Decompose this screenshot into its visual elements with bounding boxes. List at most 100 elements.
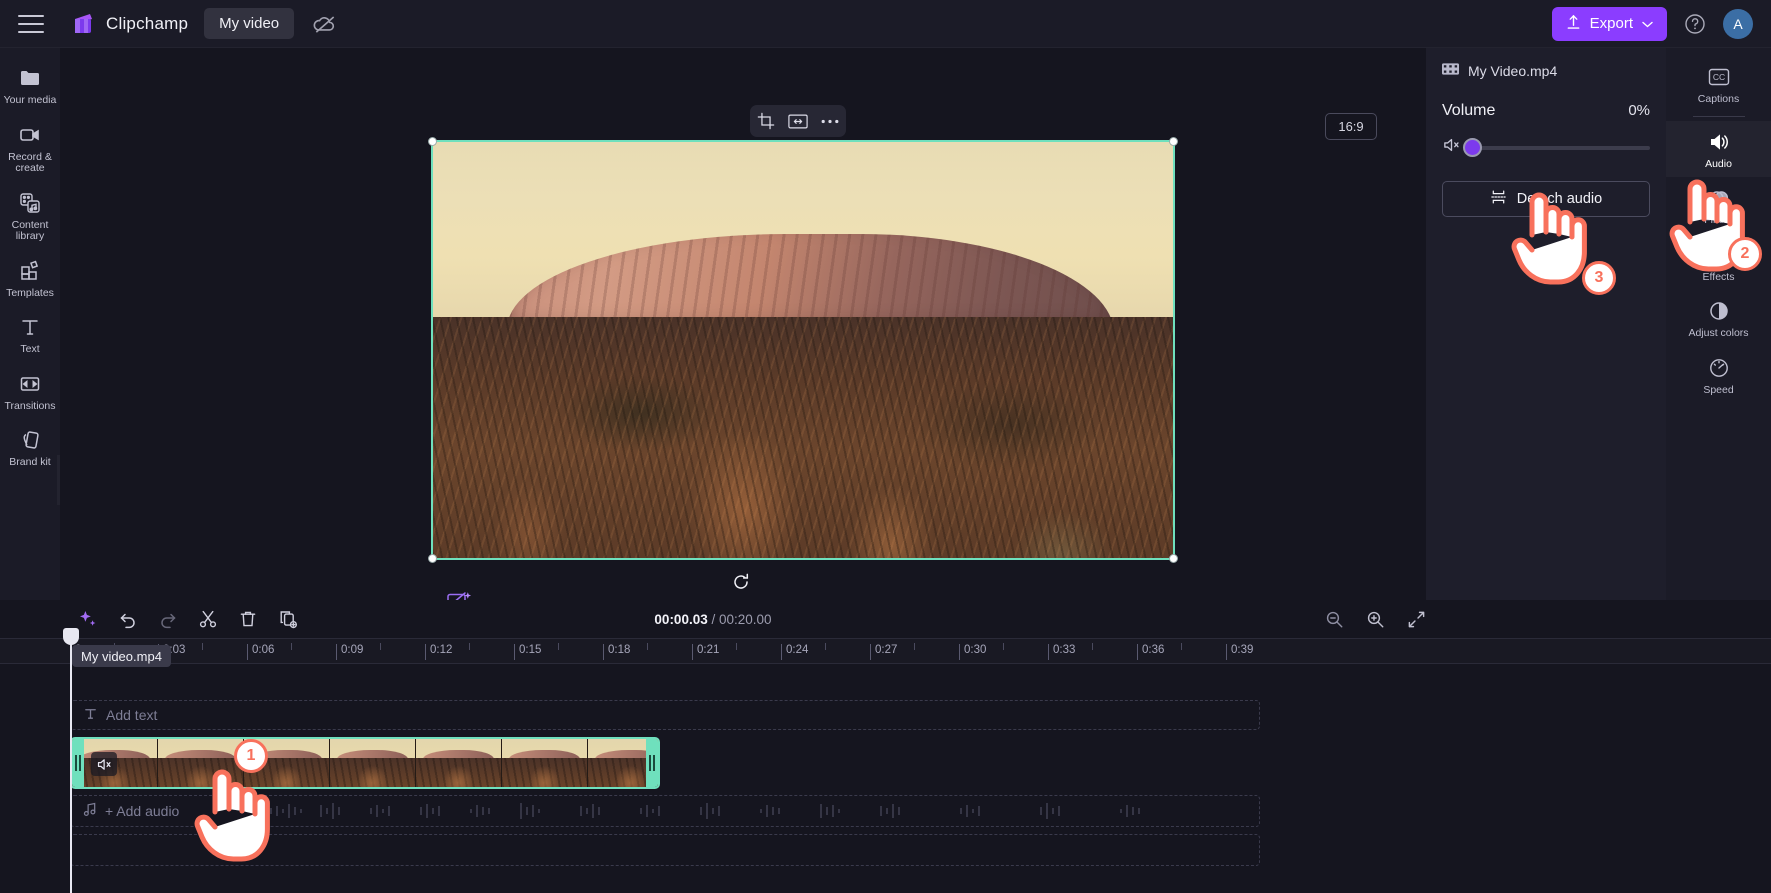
user-avatar[interactable]: A <box>1723 8 1753 39</box>
volume-slider[interactable] <box>1463 137 1650 157</box>
ruler-label: 0:39 <box>1231 644 1254 656</box>
clip-thumbnail <box>502 739 588 787</box>
video-preview[interactable] <box>431 140 1175 560</box>
zoom-in-icon[interactable] <box>1366 610 1385 629</box>
zoom-out-icon[interactable] <box>1325 610 1344 629</box>
rail-divider <box>1692 115 1745 117</box>
timeline-ruler[interactable]: 0 0:03 0:06 0:09 0:12 0:15 0:18 0:21 0:2… <box>0 638 1771 664</box>
timeline-playhead[interactable] <box>63 628 79 893</box>
brand-kit-icon <box>18 428 42 452</box>
resize-handle-bottom-left[interactable] <box>428 554 437 563</box>
project-tab[interactable]: My video <box>204 8 295 39</box>
speedometer-icon <box>1707 356 1731 380</box>
right-tab-audio[interactable]: Audio <box>1666 120 1771 177</box>
clip-trim-handle-right[interactable] <box>646 739 658 787</box>
right-tab-label: Effects <box>1702 270 1735 283</box>
top-bar: Clipchamp My video Export A <box>0 0 1771 48</box>
sidebar-item-content-library[interactable]: Content library <box>0 183 60 249</box>
export-button[interactable]: Export <box>1551 6 1667 41</box>
detach-audio-button[interactable]: Detach audio <box>1442 181 1650 217</box>
text-track[interactable]: Add text <box>70 700 1260 730</box>
resize-handle-bottom-right[interactable] <box>1169 554 1178 563</box>
volume-value: 0% <box>1628 102 1650 119</box>
audio-track-secondary[interactable] <box>70 834 1260 866</box>
sidebar-item-transitions[interactable]: Transitions <box>0 364 60 419</box>
ruler-label: 0:36 <box>1142 644 1165 656</box>
sidebar-label: Transitions <box>4 399 56 412</box>
topbar-right-group: Export A <box>1551 6 1771 41</box>
hamburger-menu-icon[interactable] <box>18 14 44 33</box>
chevron-down-icon <box>1642 15 1653 32</box>
crop-icon[interactable] <box>757 112 775 130</box>
redo-icon[interactable] <box>152 603 184 635</box>
volume-slider-row[interactable] <box>1442 136 1650 159</box>
volume-label: Volume <box>1442 102 1496 119</box>
video-preview-selection[interactable] <box>428 137 1178 563</box>
preview-stage: 16:9 <box>60 48 1464 648</box>
clip-tooltip: My video.mp4 <box>72 645 171 667</box>
sidebar-label: Brand kit <box>9 456 51 468</box>
clip-trim-handle-left[interactable] <box>72 739 84 787</box>
audio-waveform <box>270 803 1140 819</box>
filters-icon <box>1707 186 1731 210</box>
add-text-placeholder[interactable]: Add text <box>71 701 1259 729</box>
ruler-label: 0:12 <box>430 644 453 656</box>
duplicate-icon[interactable] <box>272 603 304 635</box>
cloud-offline-icon[interactable] <box>312 11 338 37</box>
sidebar-item-your-media[interactable]: Your media <box>0 58 60 113</box>
sidebar-label: Text <box>20 343 40 355</box>
sidebar-item-text[interactable]: Text <box>0 307 60 362</box>
transitions-icon <box>18 372 42 396</box>
add-text-label: Add text <box>106 707 158 723</box>
clip-thumbnail <box>416 739 502 787</box>
sidebar-item-templates[interactable]: Templates <box>0 251 60 306</box>
sidebar-item-brand-kit[interactable]: Brand kit <box>0 420 60 475</box>
ruler-label: 0:06 <box>252 644 275 656</box>
scissors-icon[interactable] <box>192 603 224 635</box>
timeline-scrollbar[interactable] <box>0 885 1771 893</box>
clip-thumbnail <box>330 739 416 787</box>
aspect-ratio-badge[interactable]: 16:9 <box>1325 113 1377 140</box>
ellipsis-icon[interactable] <box>821 119 839 124</box>
right-sidebar: CC Captions Audio Filters Effects Adjust… <box>1666 48 1771 600</box>
clip-mute-icon[interactable] <box>91 752 117 776</box>
trash-icon[interactable] <box>232 603 264 635</box>
resize-handle-top-right[interactable] <box>1169 137 1178 146</box>
right-tab-captions[interactable]: CC Captions <box>1666 56 1771 113</box>
undo-icon[interactable] <box>112 603 144 635</box>
sidebar-item-record-create[interactable]: Record & create <box>0 115 60 181</box>
fit-to-screen-icon[interactable] <box>1407 610 1426 629</box>
clipchamp-logo-icon <box>70 12 96 36</box>
help-circle-icon[interactable] <box>1683 12 1707 36</box>
playhead-handle[interactable] <box>63 628 79 645</box>
content-library-icon <box>18 191 42 215</box>
upload-icon <box>1566 14 1581 34</box>
right-tab-label: Speed <box>1703 383 1734 396</box>
ruler-label: 0:09 <box>341 644 364 656</box>
ruler-label: 0:24 <box>786 644 809 656</box>
right-tab-label: Filters <box>1704 214 1733 226</box>
detach-audio-label: Detach audio <box>1516 191 1603 207</box>
fit-icon[interactable] <box>788 113 808 130</box>
adjust-colors-icon <box>1707 299 1731 323</box>
text-t-icon <box>83 706 98 724</box>
right-tab-speed[interactable]: Speed <box>1666 347 1771 404</box>
timeline-video-clip[interactable] <box>70 737 660 789</box>
ruler-label: 0:21 <box>697 644 720 656</box>
right-tab-label: Adjust colors <box>1688 327 1749 339</box>
brand-logo-group[interactable]: Clipchamp <box>70 12 188 36</box>
svg-text:CC: CC <box>1712 72 1724 82</box>
volume-slider-knob[interactable] <box>1463 137 1482 157</box>
music-note-icon <box>83 802 97 820</box>
right-tab-adjust-colors[interactable]: Adjust colors <box>1666 290 1771 347</box>
timeline-toolbar <box>60 600 1426 638</box>
folder-icon <box>18 66 42 90</box>
speaker-mute-icon[interactable] <box>1442 136 1461 159</box>
loop-icon[interactable] <box>731 572 751 592</box>
clip-thumbnails <box>72 739 658 787</box>
resize-handle-top-left[interactable] <box>428 137 437 146</box>
sidebar-label: Record & create <box>8 150 52 174</box>
film-strip-icon <box>1442 62 1459 79</box>
right-tab-filters[interactable]: Filters <box>1666 177 1771 234</box>
sidebar-label: Content library <box>11 218 49 242</box>
